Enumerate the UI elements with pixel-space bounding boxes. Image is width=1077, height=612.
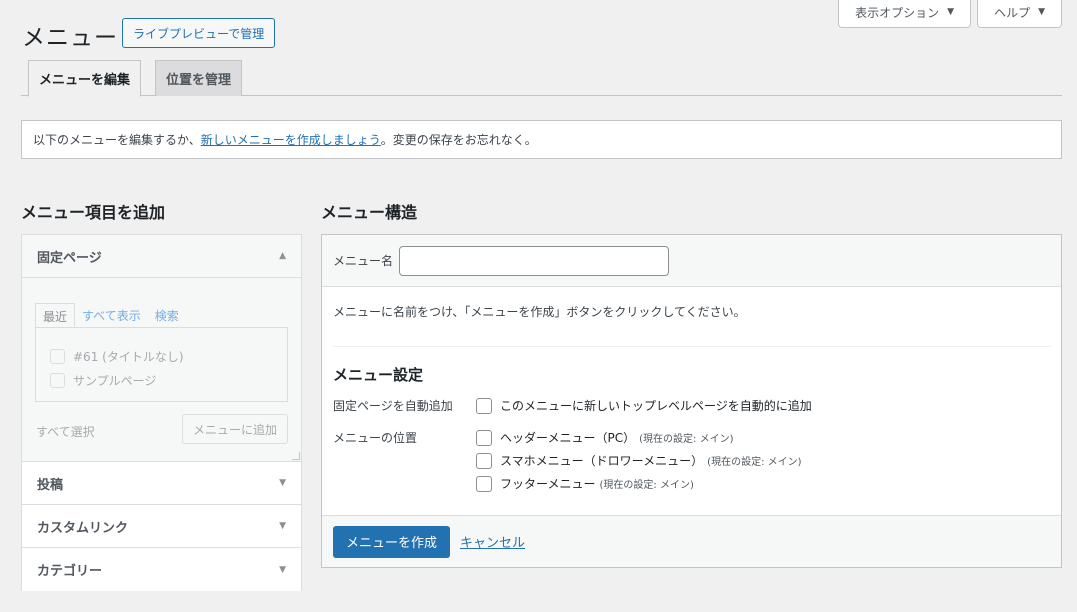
accordion-custom-links-header[interactable]: カスタムリンク ▼ [22,505,301,548]
list-item: サンプルページ [50,368,287,392]
live-preview-button[interactable]: ライブプレビューで管理 [122,18,276,48]
add-items-accordion: 固定ページ ▲ 最近 すべて表示 検索 #61 (タイトルなし) サンプルページ… [21,234,302,591]
menu-location-label: メニューの位置 [333,431,418,445]
create-new-menu-link[interactable]: 新しいメニューを作成しましょう [201,131,381,148]
accordion-pages-label: 固定ページ [37,250,102,266]
pages-tabs: 最近 すべて表示 検索 [35,303,186,329]
screen-options-button[interactable]: 表示オプション ▼ [838,0,972,28]
page-label: #61 (タイトルなし) [73,349,184,364]
location-checkbox[interactable] [476,452,492,469]
select-all-link[interactable]: すべて選択 [36,423,95,440]
divider [333,346,1051,347]
chevron-down-icon: ▼ [279,564,286,575]
menu-footer: メニューを作成 キャンセル [322,515,1061,567]
tab-view-all[interactable]: すべて表示 [75,303,148,329]
auto-add-option-label: このメニューに新しいトップレベルページを自動的に追加 [500,399,812,413]
info-notice: 以下のメニューを編集するか、 新しいメニューを作成しましょう 。変更の保存をお忘… [21,120,1062,159]
menu-name-input[interactable] [399,245,670,276]
location-option-header[interactable]: ヘッダーメニュー（PC） (現在の設定: メイン) [476,429,734,446]
notice-prefix: 以下のメニューを編集するか、 [33,133,201,147]
create-menu-button[interactable]: メニューを作成 [333,525,451,558]
chevron-down-icon: ▼ [279,521,286,531]
accordion-pages-body: 最近 すべて表示 検索 #61 (タイトルなし) サンプルページ すべて選択 メ… [22,278,301,462]
page-label: サンプルページ [73,373,157,388]
accordion-posts-label: 投稿 [37,477,64,493]
help-label: ヘルプ [994,5,1031,20]
auto-add-option[interactable]: このメニューに新しいトップレベルページを自動的に追加 [476,397,812,414]
nav-tabs: メニューを編集 位置を管理 [21,60,1062,97]
notice-suffix: 。変更の保存をお忘れなく。 [380,133,537,147]
page-checkbox[interactable] [50,372,65,388]
page-checkbox[interactable] [50,348,65,364]
location-note: (現在の設定: メイン) [599,480,694,491]
list-item: #61 (タイトルなし) [50,344,287,368]
tab-recent[interactable]: 最近 [35,303,76,329]
tab-edit-menus[interactable]: メニューを編集 [28,60,142,97]
add-to-menu-button[interactable]: メニューに追加 [181,414,288,444]
chevron-up-icon: ▲ [279,251,286,261]
menu-structure-title: メニュー構造 [321,203,418,222]
page-title: メニュー [22,25,118,51]
help-button[interactable]: ヘルプ ▼ [977,0,1062,28]
accordion-custom-links-label: カスタムリンク [37,520,129,536]
chevron-down-icon: ▼ [279,478,286,488]
chevron-down-icon: ▼ [947,7,955,17]
pages-list: #61 (タイトルなし) サンプルページ [35,327,288,402]
location-label: ヘッダーメニュー（PC） [500,431,636,445]
menu-name-label: メニュー名 [333,254,394,268]
resize-handle[interactable] [292,452,300,460]
accordion-categories-label: カテゴリー [37,564,103,579]
location-option-footer[interactable]: フッターメニュー (現在の設定: メイン) [476,475,694,492]
menu-name-row: メニュー名 [322,235,1061,287]
tab-search[interactable]: 検索 [148,303,186,329]
location-checkbox[interactable] [476,429,492,446]
screen-meta-links: 表示オプション ▼ ヘルプ ▼ [838,0,1062,28]
location-checkbox[interactable] [476,475,492,492]
location-note: (現在の設定: メイン) [639,434,734,445]
location-option-mobile[interactable]: スマホメニュー（ドロワーメニュー） (現在の設定: メイン) [476,452,802,469]
location-label: フッターメニュー [500,477,596,491]
instructions-text: メニューに名前をつけ、「メニューを作成」ボタンをクリックしてください。 [333,305,746,319]
auto-add-label: 固定ページを自動追加 [333,399,453,413]
add-menu-items-title: メニュー項目を追加 [21,203,166,222]
menu-settings-title: メニュー設定 [333,366,424,384]
location-note: (現在の設定: メイン) [707,457,802,468]
location-label: スマホメニュー（ドロワーメニュー） [500,454,704,468]
menu-structure-box: メニュー名 メニューに名前をつけ、「メニューを作成」ボタンをクリックしてください… [321,234,1062,568]
auto-add-checkbox[interactable] [476,397,492,414]
chevron-down-icon: ▼ [1038,7,1045,17]
screen-options-label: 表示オプション [855,5,940,20]
accordion-categories-header[interactable]: カテゴリー ▼ [22,548,301,591]
accordion-posts-header[interactable]: 投稿 ▼ [22,462,301,505]
tab-manage-locations[interactable]: 位置を管理 [155,60,243,96]
accordion-pages-header[interactable]: 固定ページ ▲ [22,235,301,278]
cancel-link[interactable]: キャンセル [460,532,525,551]
